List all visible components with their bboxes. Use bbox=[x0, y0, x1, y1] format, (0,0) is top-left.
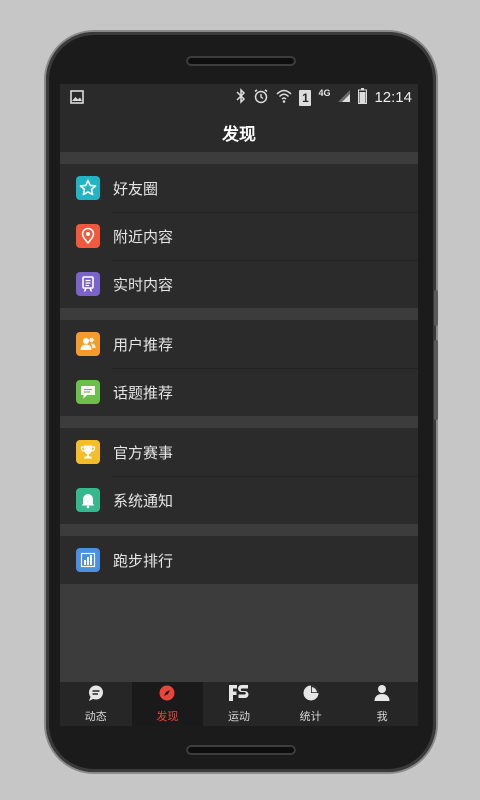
bottom-tab-bar: 动态 发现 运动 统计 我 bbox=[60, 682, 418, 726]
menu-item-topic-recommend[interactable]: 话题推荐 bbox=[60, 368, 418, 416]
menu-item-live-content[interactable]: 实时内容 bbox=[60, 260, 418, 308]
menu-item-label: 跑步排行 bbox=[113, 552, 174, 570]
star-icon bbox=[76, 176, 100, 200]
gallery-icon bbox=[70, 90, 84, 107]
menu-item-label: 实时内容 bbox=[113, 276, 174, 294]
tab-sport[interactable]: 运动 bbox=[203, 682, 275, 726]
document-stand-icon bbox=[76, 272, 100, 296]
compass-icon bbox=[158, 684, 176, 705]
tab-label: 统计 bbox=[299, 711, 322, 723]
menu-item-label: 话题推荐 bbox=[113, 384, 174, 402]
clock: 12:14 bbox=[374, 89, 412, 106]
menu-group-social: 好友圈 附近内容 实时内容 bbox=[60, 164, 418, 308]
signal-icon bbox=[337, 89, 351, 106]
screen: 1 4G 12:14 发现 好友圈 附近内容 实时内容 用户推荐 话题推荐 官方… bbox=[60, 84, 418, 726]
tab-feed[interactable]: 动态 bbox=[60, 682, 132, 726]
page-title: 发现 bbox=[222, 124, 256, 144]
tab-label: 我 bbox=[376, 711, 388, 723]
location-pin-icon bbox=[76, 224, 100, 248]
volume-button bbox=[434, 340, 438, 420]
discover-list: 好友圈 附近内容 实时内容 用户推荐 话题推荐 官方赛事 系统通知 跑步排行 bbox=[60, 152, 418, 682]
tab-label: 动态 bbox=[84, 711, 107, 723]
menu-item-user-recommend[interactable]: 用户推荐 bbox=[60, 320, 418, 368]
bell-icon bbox=[76, 488, 100, 512]
trophy-icon bbox=[76, 440, 100, 464]
chat-icon bbox=[76, 380, 100, 404]
menu-item-friends-circle[interactable]: 好友圈 bbox=[60, 164, 418, 212]
menu-item-label: 附近内容 bbox=[113, 228, 174, 246]
menu-item-official-events[interactable]: 官方赛事 bbox=[60, 428, 418, 476]
menu-item-label: 官方赛事 bbox=[113, 444, 174, 462]
tab-me[interactable]: 我 bbox=[346, 682, 418, 726]
menu-item-running-ranking[interactable]: 跑步排行 bbox=[60, 536, 418, 584]
menu-group-recommend: 用户推荐 话题推荐 bbox=[60, 320, 418, 416]
tab-discover[interactable]: 发现 bbox=[131, 682, 204, 726]
alarm-icon bbox=[253, 88, 269, 107]
menu-item-label: 系统通知 bbox=[113, 492, 174, 510]
bluetooth-icon bbox=[236, 88, 246, 107]
earpiece-speaker bbox=[186, 56, 296, 66]
section-divider bbox=[60, 524, 418, 536]
section-divider bbox=[60, 308, 418, 320]
menu-group-ranking: 跑步排行 bbox=[60, 536, 418, 584]
bar-chart-icon bbox=[76, 548, 100, 572]
tab-label: 发现 bbox=[156, 711, 179, 723]
menu-group-official: 官方赛事 系统通知 bbox=[60, 428, 418, 524]
users-icon bbox=[76, 332, 100, 356]
sim-slot-label: 1 bbox=[302, 90, 309, 105]
title-bar: 发现 bbox=[60, 112, 418, 152]
menu-item-nearby-content[interactable]: 附近内容 bbox=[60, 212, 418, 260]
bottom-speaker bbox=[186, 745, 296, 755]
tab-stats[interactable]: 统计 bbox=[275, 682, 347, 726]
pie-chart-icon bbox=[302, 684, 320, 705]
menu-item-label: 好友圈 bbox=[113, 180, 159, 198]
menu-item-system-notice[interactable]: 系统通知 bbox=[60, 476, 418, 524]
power-button bbox=[434, 290, 438, 326]
status-bar: 1 4G 12:14 bbox=[60, 84, 418, 112]
speech-bubble-icon bbox=[87, 684, 105, 705]
sim-icon: 1 bbox=[299, 89, 312, 106]
battery-icon bbox=[358, 88, 368, 107]
person-icon bbox=[373, 684, 391, 705]
menu-item-label: 用户推荐 bbox=[113, 336, 174, 354]
network-type: 4G bbox=[318, 87, 331, 98]
section-divider bbox=[60, 416, 418, 428]
tab-label: 运动 bbox=[227, 711, 250, 723]
fs-logo-icon bbox=[228, 684, 250, 705]
wifi-icon bbox=[276, 88, 292, 107]
section-divider bbox=[60, 152, 418, 164]
